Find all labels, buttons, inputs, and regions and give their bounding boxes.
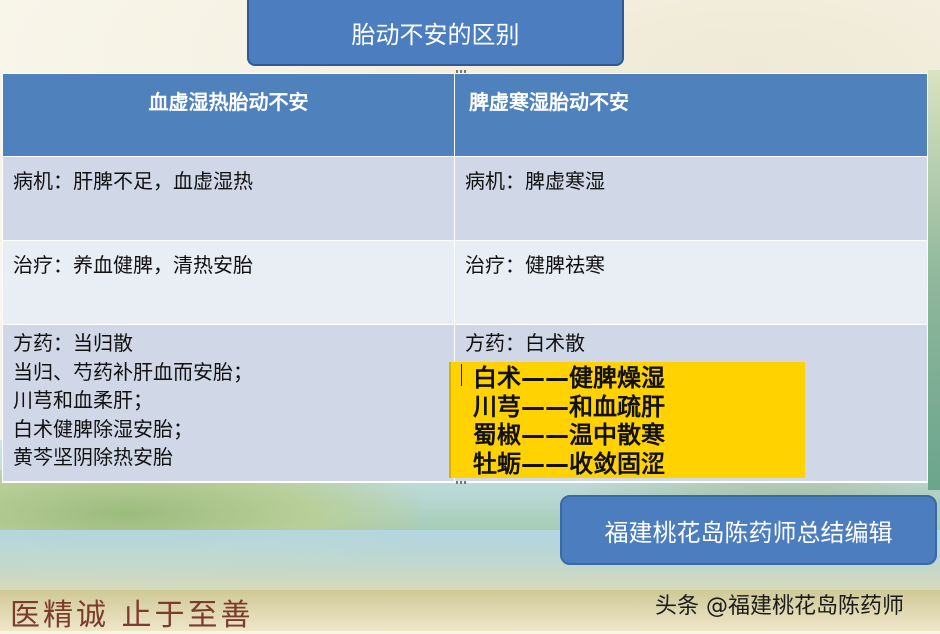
table-header-row: 血虚湿热胎动不安 脾虚寒湿胎动不安 — [3, 74, 927, 157]
prescription-line: 当归、芍药补肝血而安胎； — [13, 359, 253, 384]
slide-title[interactable]: 胎动不安的区别 — [247, 0, 624, 66]
table-row: 治疗：养血健脾，清热安胎 治疗：健脾祛寒 — [3, 241, 927, 325]
table-header-cell: 血虚湿热胎动不安 — [3, 74, 455, 157]
table-cell: 治疗：健脾祛寒 — [455, 241, 927, 325]
calligraphy-logo: 医精诚 止于至善 — [10, 598, 254, 633]
source-watermark: 头条 @福建桃花岛陈药师 — [655, 594, 904, 619]
table-cell: 方药：当归散 当归、芍药补肝血而安胎； 川芎和血柔肝； 白术健脾除湿安胎； 黄芩… — [3, 325, 455, 482]
table-cell: 病机：脾虚寒湿 — [455, 157, 927, 241]
prescription-line: 白术健脾除湿安胎； — [13, 416, 193, 441]
credit-box[interactable]: 福建桃花岛陈药师总结编辑 — [560, 495, 937, 565]
herb-highlight-box[interactable]: 白术——健脾燥湿 川芎——和血疏肝 蜀椒——温中散寒 牡蛎——收敛固涩 — [449, 362, 805, 478]
herb-line: 川芎——和血疏肝 — [473, 392, 665, 421]
table-header-cell: 脾虚寒湿胎动不安 — [455, 74, 927, 157]
herb-line: 牡蛎——收敛固涩 — [473, 449, 665, 478]
table-cell: 治疗：养血健脾，清热安胎 — [3, 241, 455, 325]
credit-text: 福建桃花岛陈药师总结编辑 — [604, 518, 893, 547]
prescription-line: 方药：当归散 — [13, 331, 133, 355]
slide-title-text: 胎动不安的区别 — [351, 20, 520, 49]
table-cell: 病机：肝脾不足，血虚湿热 — [3, 157, 455, 241]
prescription-line: 方药：白术散 — [465, 331, 585, 355]
prescription-line: 川芎和血柔肝； — [13, 388, 153, 412]
text-cursor — [461, 364, 462, 386]
resize-handle[interactable] — [456, 481, 466, 484]
prescription-line: 黄芩坚阴除热安胎 — [13, 445, 173, 469]
table-row: 病机：肝脾不足，血虚湿热 病机：脾虚寒湿 — [3, 157, 927, 241]
herb-line: 蜀椒——温中散寒 — [473, 421, 665, 449]
background-strip — [928, 70, 940, 490]
herb-line: 白术——健脾燥湿 — [473, 364, 665, 392]
